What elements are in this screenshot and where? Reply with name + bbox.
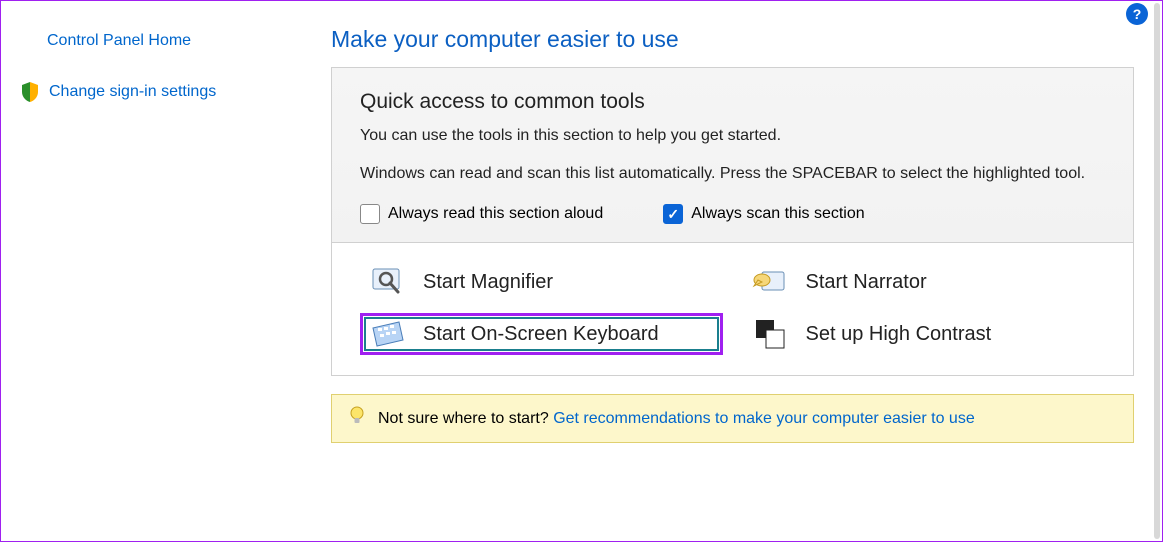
tool-label: Start On-Screen Keyboard: [423, 322, 659, 347]
checkbox-box: [360, 204, 380, 224]
help-button[interactable]: ?: [1126, 3, 1148, 25]
sidebar: Control Panel Home Change sign-in settin…: [1, 1, 331, 541]
sidebar-link-home[interactable]: Control Panel Home: [21, 26, 311, 56]
hint-link[interactable]: Get recommendations to make your compute…: [553, 410, 975, 427]
tool-start-osk[interactable]: Start On-Screen Keyboard: [360, 313, 723, 355]
checkbox-read-aloud[interactable]: Always read this section aloud: [360, 204, 603, 224]
quick-access-desc1: You can use the tools in this section to…: [360, 124, 1105, 148]
quick-access-header: Quick access to common tools You can use…: [332, 68, 1133, 242]
hint-bar: Not sure where to start? Get recommendat…: [331, 394, 1134, 443]
tool-label: Start Magnifier: [423, 270, 553, 295]
tool-label: Set up High Contrast: [806, 322, 992, 347]
tool-start-magnifier[interactable]: Start Magnifier: [360, 261, 723, 303]
hint-text: Not sure where to start? Get recommendat…: [378, 410, 975, 428]
sidebar-link-signin[interactable]: Change sign-in settings: [21, 76, 311, 108]
shield-icon: [21, 82, 39, 102]
quick-access-desc2: Windows can read and scan this list auto…: [360, 162, 1105, 186]
checkbox-label: Always scan this section: [691, 205, 864, 223]
checkbox-row: Always read this section aloud Always sc…: [360, 204, 1105, 224]
keyboard-icon: [369, 318, 405, 350]
lightbulb-icon: [348, 405, 366, 432]
tools-grid: Start Magnifier Start Narrator Start On-…: [332, 242, 1133, 375]
page-title: Make your computer easier to use: [331, 26, 1134, 53]
tool-high-contrast[interactable]: Set up High Contrast: [743, 313, 1106, 355]
sidebar-link-label: Change sign-in settings: [49, 83, 216, 101]
tool-start-narrator[interactable]: Start Narrator: [743, 261, 1106, 303]
magnifier-icon: [369, 266, 405, 298]
narrator-icon: [752, 266, 788, 298]
sidebar-link-label: Control Panel Home: [47, 32, 191, 50]
checkbox-scan-section[interactable]: Always scan this section: [663, 204, 864, 224]
checkbox-box: [663, 204, 683, 224]
checkbox-label: Always read this section aloud: [388, 205, 603, 223]
contrast-icon: [752, 318, 788, 350]
scrollbar[interactable]: [1154, 3, 1160, 539]
quick-access-title: Quick access to common tools: [360, 90, 1105, 114]
hint-prefix: Not sure where to start?: [378, 410, 553, 427]
quick-access-box: Quick access to common tools You can use…: [331, 67, 1134, 376]
main-content: Make your computer easier to use Quick a…: [331, 1, 1162, 541]
tool-label: Start Narrator: [806, 270, 927, 295]
